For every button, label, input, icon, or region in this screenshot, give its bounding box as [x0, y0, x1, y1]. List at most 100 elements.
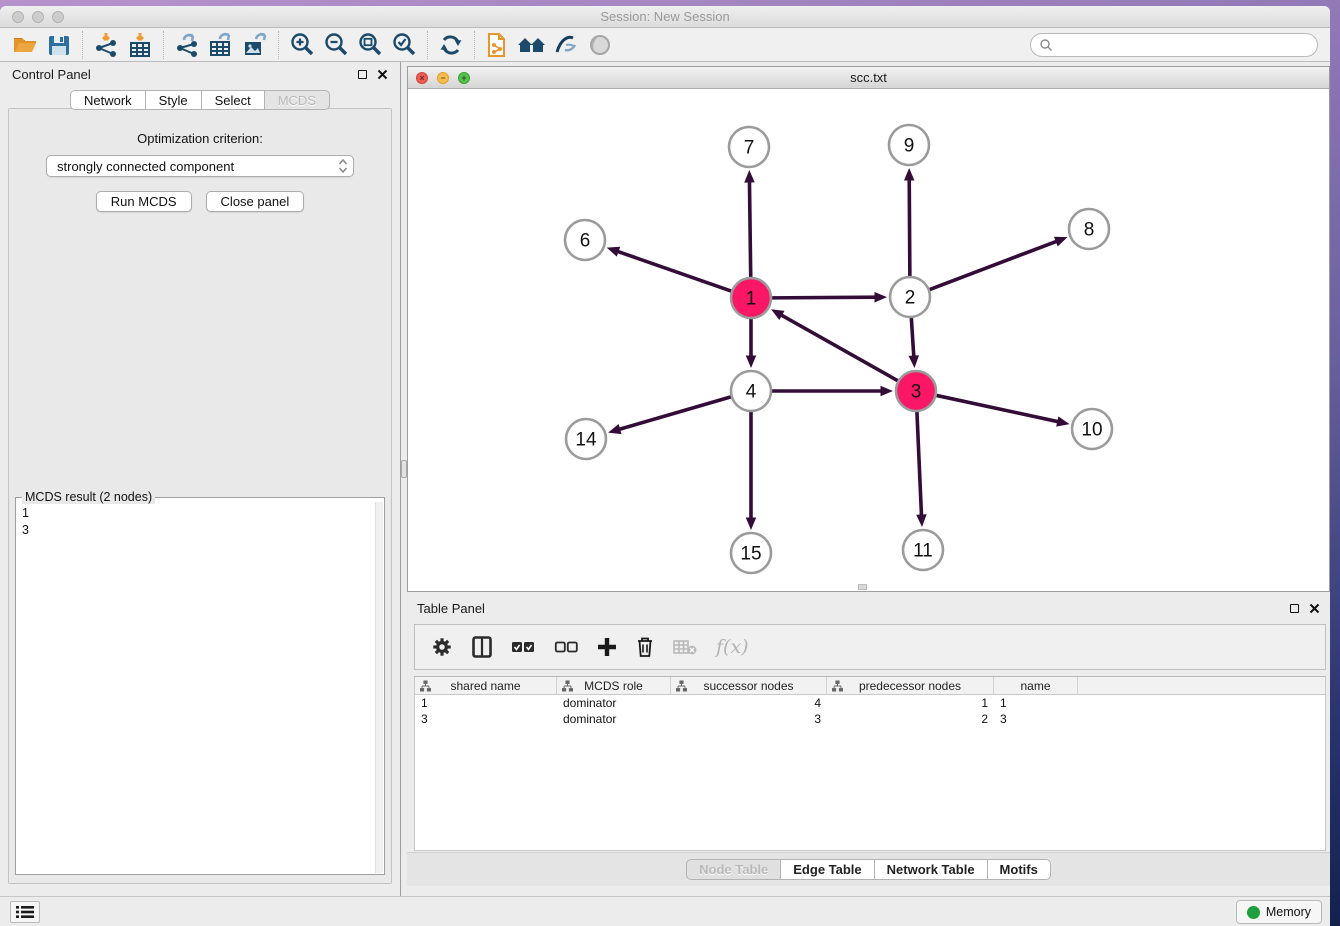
deselect-all-rows-button[interactable] — [554, 640, 578, 654]
zoom-selected-button[interactable] — [387, 30, 421, 60]
column-header-name[interactable]: name — [994, 677, 1078, 694]
criterion-select[interactable]: strongly connected component — [46, 155, 354, 177]
import-network-icon — [93, 32, 119, 58]
open-folder-icon — [12, 33, 38, 57]
select-all-rows-button[interactable] — [511, 640, 535, 654]
table-row[interactable]: 3dominator323 — [415, 711, 1325, 727]
graph-node-7[interactable]: 7 — [729, 127, 769, 167]
graph-node-15[interactable]: 15 — [731, 533, 771, 573]
show-column-panel-button[interactable] — [472, 636, 492, 658]
graph-edge-2-8[interactable] — [930, 241, 1058, 290]
graph-node-1[interactable]: 1 — [731, 278, 771, 318]
graph-node-14[interactable]: 14 — [566, 419, 606, 459]
control-panel-tabs: Network Style Select MCDS — [0, 90, 400, 110]
result-scrollbar[interactable] — [375, 502, 383, 873]
open-ndex-button[interactable] — [481, 30, 515, 60]
graph-node-2[interactable]: 2 — [890, 277, 930, 317]
import-network-button[interactable] — [89, 30, 123, 60]
tab-mcds[interactable]: MCDS — [265, 90, 330, 110]
column-header-mcds_role[interactable]: MCDS role — [557, 677, 671, 694]
graph-node-9[interactable]: 9 — [889, 125, 929, 165]
refresh-view-button[interactable] — [434, 30, 468, 60]
tab-edge-table[interactable]: Edge Table — [781, 859, 874, 880]
close-panel-button[interactable]: Close panel — [206, 191, 305, 212]
close-panel-icon[interactable] — [377, 69, 388, 80]
column-header-successor_nodes[interactable]: successor nodes — [671, 677, 827, 694]
close-table-panel-icon[interactable] — [1309, 603, 1320, 614]
show-task-history-button[interactable] — [10, 901, 40, 923]
birds-eye-view-button[interactable] — [583, 30, 617, 60]
graph-edge-4-14[interactable] — [618, 397, 731, 430]
cell-name[interactable]: 1 — [994, 695, 1078, 711]
cell-predecessor_nodes[interactable]: 1 — [827, 695, 994, 711]
zoom-out-button[interactable] — [319, 30, 353, 60]
graph-edge-1-6[interactable] — [617, 251, 732, 291]
tab-network[interactable]: Network — [70, 90, 146, 110]
graph-edge-1-7[interactable] — [749, 180, 750, 277]
search-field[interactable] — [1030, 33, 1318, 57]
tab-style[interactable]: Style — [146, 90, 202, 110]
memory-button[interactable]: Memory — [1236, 900, 1322, 924]
save-floppy-icon — [47, 33, 71, 57]
delete-table-button[interactable] — [673, 639, 697, 655]
export-network-button[interactable] — [170, 30, 204, 60]
canvas-scroll-thumb[interactable] — [858, 584, 867, 590]
zoom-fit-button[interactable] — [353, 30, 387, 60]
toggle-graphics-details-button[interactable] — [549, 30, 583, 60]
search-input[interactable] — [1058, 38, 1317, 52]
column-header-predecessor_nodes[interactable]: predecessor nodes — [827, 677, 994, 694]
graph-edge-2-3[interactable] — [911, 318, 914, 358]
graph-node-6[interactable]: 6 — [565, 220, 605, 260]
column-header-shared_name[interactable]: shared name — [415, 677, 557, 694]
save-session-button[interactable] — [42, 30, 76, 60]
graph-node-4[interactable]: 4 — [731, 371, 771, 411]
tab-network-table[interactable]: Network Table — [875, 859, 988, 880]
ndex-document-icon — [485, 32, 511, 58]
delete-columns-button[interactable] — [636, 636, 654, 658]
graph-node-11[interactable]: 11 — [903, 530, 943, 570]
cell-name[interactable]: 3 — [994, 711, 1078, 727]
table-options-button[interactable] — [431, 636, 453, 658]
table-panel: Table Panel — [407, 596, 1330, 894]
graph-node-3[interactable]: 3 — [896, 371, 936, 411]
float-panel-icon[interactable] — [358, 70, 367, 79]
network-canvas[interactable]: 1 2 3 4 6 7 8 9 10 11 14 15 — [408, 89, 1329, 591]
toolbar-separator — [474, 31, 475, 59]
tab-select[interactable]: Select — [202, 90, 265, 110]
graph-edge-1-2[interactable] — [772, 297, 877, 298]
apply-function-button[interactable]: f(x) — [716, 636, 749, 658]
graph-edge-2-9[interactable] — [909, 178, 910, 276]
open-file-button[interactable] — [8, 30, 42, 60]
cell-successor_nodes[interactable]: 3 — [671, 711, 827, 727]
table-row[interactable]: 1dominator411 — [415, 695, 1325, 711]
graph-edge-arrow — [1056, 416, 1069, 426]
cell-shared_name[interactable]: 3 — [415, 711, 557, 727]
cell-predecessor_nodes[interactable]: 2 — [827, 711, 994, 727]
mcds-result-list[interactable]: 13 — [16, 503, 375, 874]
run-mcds-button[interactable]: Run MCDS — [96, 191, 192, 212]
graph-edge-3-11[interactable] — [917, 412, 922, 517]
cell-mcds_role[interactable]: dominator — [557, 695, 671, 711]
network-window-titlebar[interactable]: × − + scc.txt — [408, 67, 1329, 89]
graph-edge-3-10[interactable] — [937, 395, 1060, 421]
optimization-criterion-label: Optimization criterion: — [9, 131, 391, 146]
cell-shared_name[interactable]: 1 — [415, 695, 557, 711]
mcds-tab-panel: Optimization criterion: strongly connect… — [8, 108, 392, 884]
float-table-panel-icon[interactable] — [1290, 604, 1299, 613]
export-image-button[interactable] — [238, 30, 272, 60]
panel-divider[interactable] — [400, 62, 407, 896]
import-table-button[interactable] — [123, 30, 157, 60]
tab-node-table[interactable]: Node Table — [686, 859, 781, 880]
zoom-in-button[interactable] — [285, 30, 319, 60]
add-column-button[interactable] — [597, 637, 617, 657]
tab-motifs[interactable]: Motifs — [988, 859, 1051, 880]
toolbar-separator — [163, 31, 164, 59]
graph-node-10[interactable]: 10 — [1072, 409, 1112, 449]
graph-edge-3-1[interactable] — [780, 314, 898, 380]
graph-node-8[interactable]: 8 — [1069, 209, 1109, 249]
cell-successor_nodes[interactable]: 4 — [671, 695, 827, 711]
cell-mcds_role[interactable]: dominator — [557, 711, 671, 727]
export-table-button[interactable] — [204, 30, 238, 60]
cyndex-home-button[interactable] — [515, 30, 549, 60]
toolbar-separator — [82, 31, 83, 59]
